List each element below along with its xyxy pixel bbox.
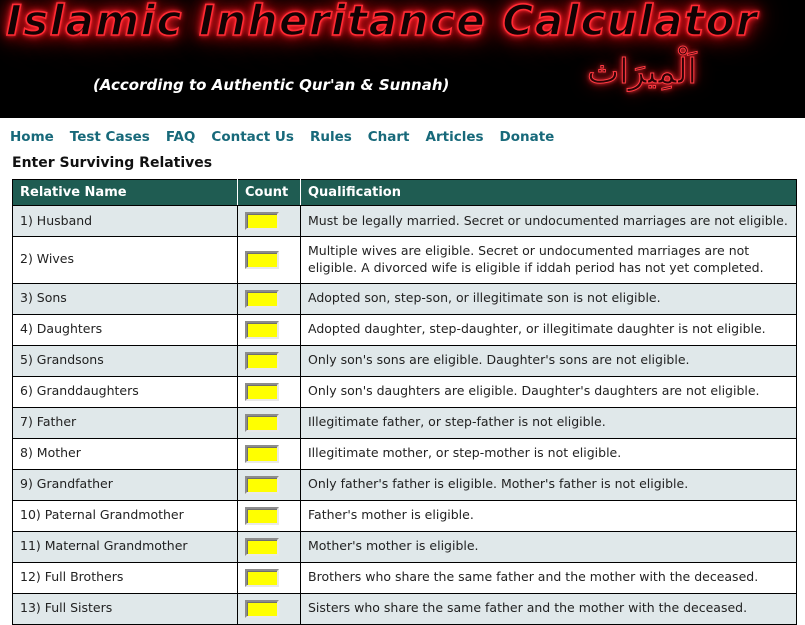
arabic-title: اَلْمِيرَاث (587, 52, 698, 93)
count-cell (237, 531, 301, 563)
relative-name-cell: 3) Sons (12, 283, 238, 315)
qualification-cell: Multiple wives are eligible. Secret or u… (300, 236, 797, 284)
count-cell (237, 469, 301, 501)
count-cell (237, 314, 301, 346)
qualification-cell: Must be legally married. Secret or undoc… (300, 205, 797, 237)
table-row: 6) Granddaughters Only son's daughters ar… (12, 376, 797, 408)
qualification-cell: Sisters who share the same father and th… (300, 593, 797, 625)
count-input[interactable] (245, 506, 279, 525)
column-header-count: Count (237, 179, 301, 206)
count-input[interactable] (245, 475, 279, 494)
relatives-table: Relative Name Count Qualification 1) Hus… (12, 179, 797, 625)
table-row: 5) Grandsons Only son's sons are eligible… (12, 345, 797, 377)
table-row: 11) Maternal Grandmother Mother's mother … (12, 531, 797, 563)
site-banner: Islamic Inheritance Calculator (Accordin… (0, 0, 805, 118)
qualification-cell: Adopted daughter, step-daughter, or ille… (300, 314, 797, 346)
qualification-cell: Mother's mother is eligible. (300, 531, 797, 563)
table-header-row: Relative Name Count Qualification (12, 179, 797, 206)
count-cell (237, 345, 301, 377)
qualification-cell: Only son's sons are eligible. Daughter's… (300, 345, 797, 377)
table-row: 4) Daughters Adopted daughter, step-daugh… (12, 314, 797, 346)
qualification-cell: Only son's daughters are eligible. Daugh… (300, 376, 797, 408)
relative-name-cell: 10) Paternal Grandmother (12, 500, 238, 532)
table-row: 7) Father Illegitimate father, or step-fa… (12, 407, 797, 439)
count-input[interactable] (245, 289, 279, 308)
count-input[interactable] (245, 250, 279, 269)
nav-link-test-cases[interactable]: Test Cases (70, 129, 150, 145)
count-cell (237, 205, 301, 237)
relative-name-cell: 12) Full Brothers (12, 562, 238, 594)
count-input[interactable] (245, 382, 279, 401)
nav-link-faq[interactable]: FAQ (166, 129, 196, 145)
nav-link-contact-us[interactable]: Contact Us (211, 129, 294, 145)
qualification-cell: Brothers who share the same father and t… (300, 562, 797, 594)
site-subtitle: (According to Authentic Qur'an & Sunnah) (93, 76, 450, 94)
relative-name-cell: 1) Husband (12, 205, 238, 237)
relative-name-cell: 8) Mother (12, 438, 238, 470)
relative-name-cell: 2) Wives (12, 236, 238, 284)
nav-link-donate[interactable]: Donate (500, 129, 555, 145)
relatives-table-container: Relative Name Count Qualification 1) Hus… (12, 179, 797, 625)
column-header-qualification: Qualification (300, 179, 797, 206)
table-body: 1) Husband Must be legally married. Secre… (12, 205, 797, 625)
count-input[interactable] (245, 444, 279, 463)
table-header: Relative Name Count Qualification (12, 179, 797, 206)
count-cell (237, 376, 301, 408)
table-row: 1) Husband Must be legally married. Secre… (12, 205, 797, 237)
nav-link-home[interactable]: Home (10, 129, 54, 145)
table-row: 12) Full Brothers Brothers who share the … (12, 562, 797, 594)
count-input[interactable] (245, 320, 279, 339)
count-cell (237, 283, 301, 315)
column-header-relative-name: Relative Name (12, 179, 238, 206)
table-row: 2) Wives Multiple wives are eligible. Sec… (12, 236, 797, 284)
nav-link-chart[interactable]: Chart (368, 129, 410, 145)
site-title: Islamic Inheritance Calculator (5, 0, 759, 46)
count-input[interactable] (245, 351, 279, 370)
qualification-cell: Only father's father is eligible. Mother… (300, 469, 797, 501)
relative-name-cell: 6) Granddaughters (12, 376, 238, 408)
table-row: 9) Grandfather Only father's father is el… (12, 469, 797, 501)
count-cell (237, 438, 301, 470)
qualification-cell: Illegitimate father, or step-father is n… (300, 407, 797, 439)
count-cell (237, 236, 301, 284)
count-input[interactable] (245, 212, 279, 230)
count-cell (237, 407, 301, 439)
table-row: 3) Sons Adopted son, step-son, or illegit… (12, 283, 797, 315)
nav-link-articles[interactable]: Articles (426, 129, 484, 145)
table-row: 13) Full Sisters Sisters who share the sa… (12, 593, 797, 625)
count-input[interactable] (245, 413, 279, 432)
count-cell (237, 593, 301, 625)
count-input[interactable] (245, 599, 279, 618)
qualification-cell: Father's mother is eligible. (300, 500, 797, 532)
count-cell (237, 500, 301, 532)
count-input[interactable] (245, 568, 279, 587)
qualification-cell: Illegitimate mother, or step-mother is n… (300, 438, 797, 470)
table-row: 10) Paternal Grandmother Father's mother … (12, 500, 797, 532)
relative-name-cell: 5) Grandsons (12, 345, 238, 377)
count-input[interactable] (245, 537, 279, 556)
relative-name-cell: 9) Grandfather (12, 469, 238, 501)
count-cell (237, 562, 301, 594)
page-title: Enter Surviving Relatives (12, 155, 213, 171)
relative-name-cell: 4) Daughters (12, 314, 238, 346)
table-row: 8) Mother Illegitimate mother, or step-mo… (12, 438, 797, 470)
relative-name-cell: 13) Full Sisters (12, 593, 238, 625)
main-navigation: Home Test Cases FAQ Contact Us Rules Chart Art… (0, 118, 805, 145)
qualification-cell: Adopted son, step-son, or illegitimate s… (300, 283, 797, 315)
relative-name-cell: 7) Father (12, 407, 238, 439)
nav-link-rules[interactable]: Rules (310, 129, 352, 145)
relative-name-cell: 11) Maternal Grandmother (12, 531, 238, 563)
